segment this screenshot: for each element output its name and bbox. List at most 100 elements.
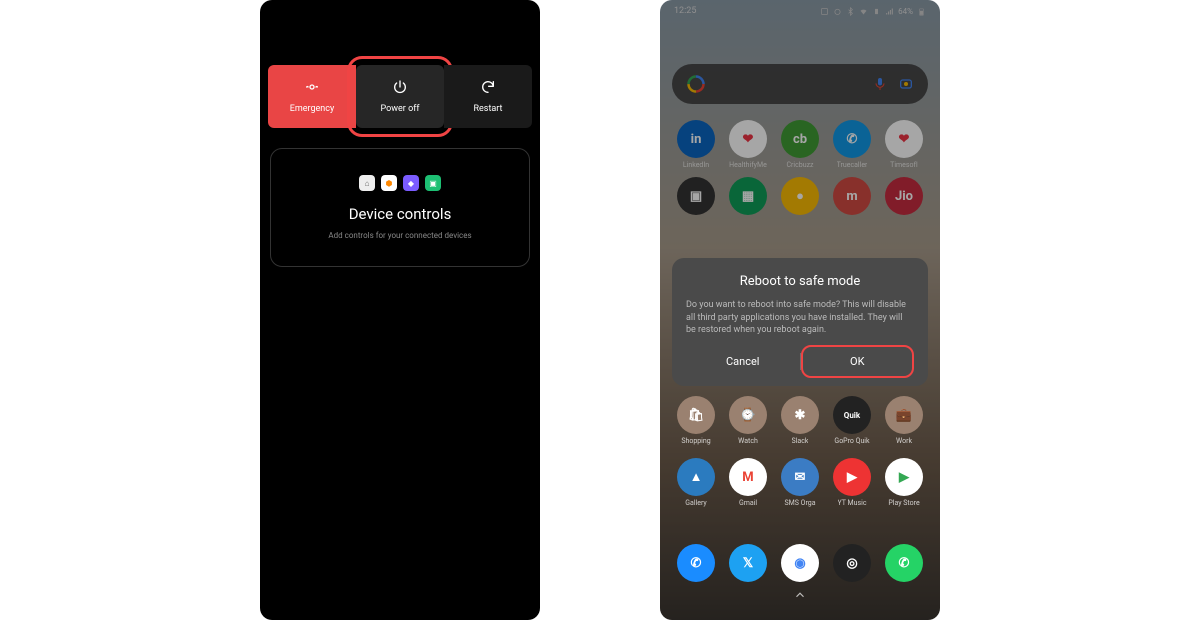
- app-label: Truecaller: [837, 161, 868, 169]
- app-item[interactable]: ❤ HealthifyMe: [722, 120, 774, 169]
- restart-icon: [480, 79, 496, 98]
- app-item[interactable]: in LinkedIn: [670, 120, 722, 169]
- app-item[interactable]: ▶ YT Music: [826, 458, 878, 507]
- app-item[interactable]: M Gmail: [722, 458, 774, 507]
- app-item[interactable]: ●: [774, 177, 826, 218]
- google-logo-icon: [686, 74, 706, 94]
- app-icon: ▶: [833, 458, 871, 496]
- app-row-2: ▣ ▦ ● m Jio: [660, 173, 940, 222]
- app-label: Cricbuzz: [786, 161, 813, 169]
- device-controls-card[interactable]: ⌂ ⬢ ◆ ▣ Device controls Add controls for…: [270, 148, 530, 267]
- app-icon: in: [677, 120, 715, 158]
- battery-icon: [917, 7, 926, 16]
- app-row-3: 🛍 Shopping ⌚Watch✱ Slack QuikGoPro Quik💼 Work: [660, 392, 940, 449]
- wifi-icon: [859, 7, 868, 16]
- app-icon: 💼: [885, 396, 923, 434]
- dock-app-camera[interactable]: ◎: [833, 544, 871, 582]
- app-row-4: ▲ Gallery M Gmail ✉ SMS Orga ▶ YT Music ▶ Play St…: [660, 454, 940, 511]
- drawer-handle-icon[interactable]: [793, 587, 807, 606]
- app-item[interactable]: Jio: [878, 177, 930, 218]
- app-item[interactable]: ▶ Play Store: [878, 458, 930, 507]
- mic-icon[interactable]: [872, 76, 888, 92]
- phone-safe-mode-dialog: 12:25 64% in LinkedIn ❤ HealthifyMe cb Cricbu…: [660, 0, 940, 620]
- battery-text: 64%: [898, 7, 913, 16]
- app-label: HealthifyMe: [729, 161, 767, 169]
- google-search-bar[interactable]: [672, 64, 928, 104]
- app-item[interactable]: ▲ Gallery: [670, 458, 722, 507]
- dialog-actions: Cancel OK: [686, 345, 914, 378]
- power-actions-row: Emergency Power off Restart: [260, 65, 540, 128]
- emergency-button[interactable]: Emergency: [268, 65, 356, 128]
- dc-icon-4: ▣: [425, 175, 441, 191]
- app-label: YT Music: [838, 499, 867, 507]
- dock-app-chrome[interactable]: ◉: [781, 544, 819, 582]
- app-item[interactable]: cb Cricbuzz: [774, 120, 826, 169]
- app-icon: ❤: [729, 120, 767, 158]
- app-icon: cb: [781, 120, 819, 158]
- power-off-button[interactable]: Power off: [356, 65, 444, 128]
- app-item[interactable]: ✆ Truecaller: [826, 120, 878, 169]
- dc-icon-2: ⬢: [381, 175, 397, 191]
- ok-button[interactable]: OK: [801, 345, 915, 378]
- app-item[interactable]: ✱ Slack: [774, 396, 826, 445]
- app-item[interactable]: 🛍 Shopping: [670, 396, 722, 445]
- app-icon: ●: [781, 177, 819, 215]
- app-icon: ▣: [677, 177, 715, 215]
- app-icon: Jio: [885, 177, 923, 215]
- dc-icon-3: ◆: [403, 175, 419, 191]
- device-controls-subtitle: Add controls for your connected devices: [281, 231, 519, 240]
- app-item[interactable]: QuikGoPro Quik: [826, 396, 878, 445]
- app-label: Watch: [738, 437, 758, 445]
- app-label: SMS Orga: [784, 499, 815, 507]
- status-bar: 12:25 64%: [660, 0, 940, 22]
- app-item[interactable]: ▣: [670, 177, 722, 218]
- app-label: LinkedIn: [683, 161, 709, 169]
- app-item[interactable]: ⌚Watch: [722, 396, 774, 445]
- alarm-icon: [833, 7, 842, 16]
- app-label: Slack: [792, 437, 809, 445]
- app-item[interactable]: ▦: [722, 177, 774, 218]
- lens-icon[interactable]: [898, 76, 914, 92]
- dialog-title: Reboot to safe mode: [686, 274, 914, 289]
- app-icon: ✉: [781, 458, 819, 496]
- emergency-label: Emergency: [290, 104, 335, 114]
- dock: ✆ 𝕏 ◉ ◎ ✆: [660, 544, 940, 582]
- app-icon: ▦: [729, 177, 767, 215]
- app-icon: ❤: [885, 120, 923, 158]
- dialog-body: Do you want to reboot into safe mode? Th…: [686, 299, 914, 337]
- app-item[interactable]: 💼 Work: [878, 396, 930, 445]
- safe-mode-dialog: Reboot to safe mode Do you want to reboo…: [672, 258, 928, 386]
- app-item[interactable]: ✉ SMS Orga: [774, 458, 826, 507]
- vibrate-icon: [872, 7, 881, 16]
- dock-app-whatsapp[interactable]: ✆: [885, 544, 923, 582]
- app-label: TimesofI: [890, 161, 918, 169]
- restart-button[interactable]: Restart: [444, 65, 532, 128]
- app-row-1: in LinkedIn ❤ HealthifyMe cb Cricbuzz ✆ Truecal…: [660, 116, 940, 173]
- emergency-icon: [304, 79, 320, 98]
- app-icon: m: [833, 177, 871, 215]
- signal-icon: [885, 7, 894, 16]
- app-icon: ✱: [781, 396, 819, 434]
- nfc-icon: [820, 7, 829, 16]
- dock-app-twitter[interactable]: 𝕏: [729, 544, 767, 582]
- app-label: Work: [896, 437, 912, 445]
- app-icon: M: [729, 458, 767, 496]
- app-item[interactable]: m: [826, 177, 878, 218]
- power-off-label: Power off: [381, 104, 420, 114]
- device-controls-title: Device controls: [281, 205, 519, 223]
- app-item[interactable]: ❤ TimesofI: [878, 120, 930, 169]
- app-icon: ▶: [885, 458, 923, 496]
- status-time: 12:25: [674, 6, 696, 16]
- dc-icon-1: ⌂: [359, 175, 375, 191]
- app-icon: 🛍: [677, 396, 715, 434]
- app-label: Gallery: [685, 499, 706, 507]
- app-icon: ▲: [677, 458, 715, 496]
- app-label: Shopping: [681, 437, 710, 445]
- dock-app-phone[interactable]: ✆: [677, 544, 715, 582]
- app-icon: Quik: [833, 396, 871, 434]
- cancel-button[interactable]: Cancel: [686, 345, 800, 378]
- app-icon: ✆: [833, 120, 871, 158]
- app-label: Gmail: [739, 499, 757, 507]
- app-label: Play Store: [888, 499, 919, 507]
- phone-power-menu: Emergency Power off Restart ⌂ ⬢ ◆ ▣ Devi…: [260, 0, 540, 620]
